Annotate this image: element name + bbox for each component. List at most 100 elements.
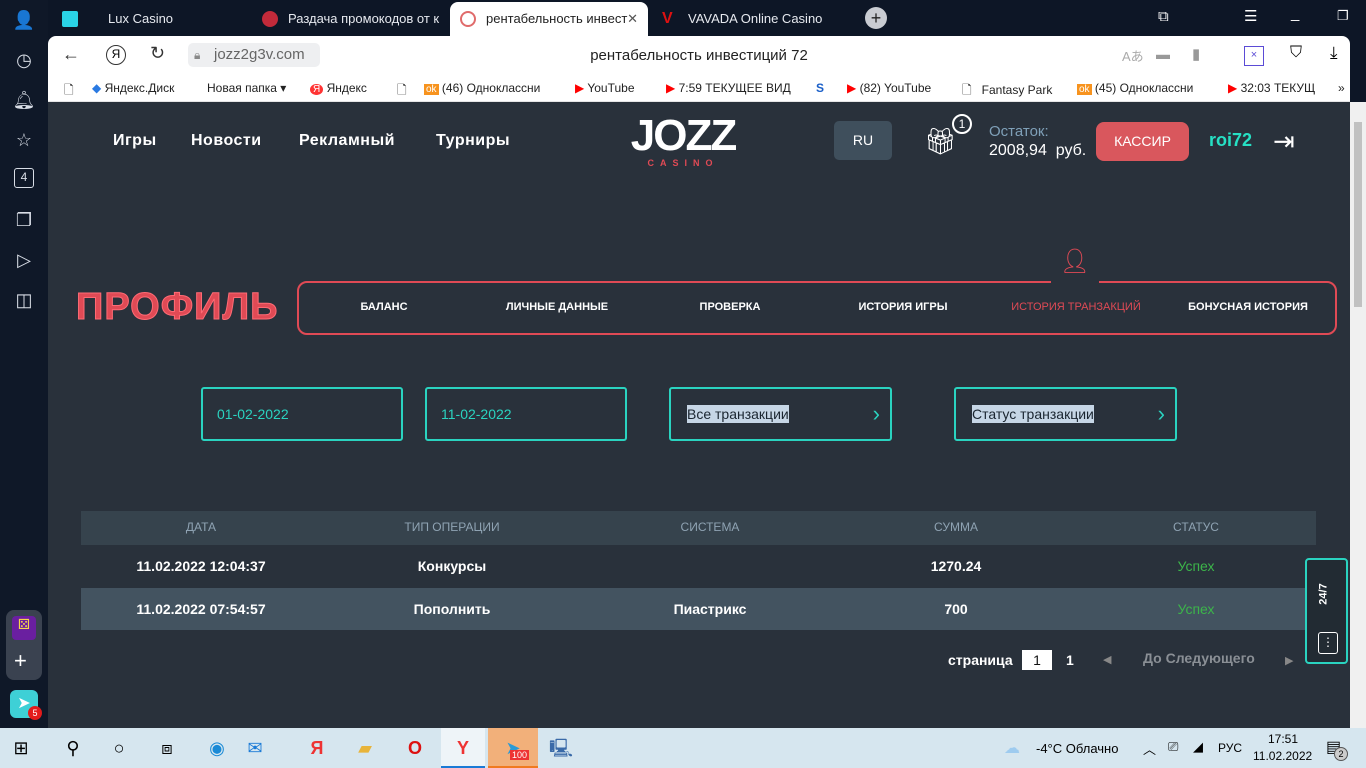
comment-icon[interactable]: ▬	[1156, 46, 1170, 62]
bookmark-video-2[interactable]: ▶ 32:03 ТЕКУЩ	[1228, 81, 1328, 95]
scrollbar-thumb[interactable]	[1354, 122, 1362, 307]
minimize-button[interactable]: _	[1291, 5, 1299, 22]
page-scrollbar[interactable]	[1350, 102, 1366, 728]
play-icon[interactable]: ▷	[12, 248, 36, 272]
app-badge: 5	[28, 706, 42, 720]
gift-icon[interactable]: 🎁︎	[924, 126, 957, 157]
type-select[interactable]: Все транзакции ›	[669, 387, 892, 441]
clock-time[interactable]: 17:51	[1266, 732, 1300, 746]
opera-icon[interactable]: O	[402, 736, 428, 760]
language-indicator[interactable]: РУС	[1218, 741, 1242, 755]
wifi-icon[interactable]: ◢	[1193, 739, 1203, 755]
bookmark-icon[interactable]: ▮	[1192, 45, 1200, 63]
network-app-icon[interactable]: 🖳	[548, 736, 574, 760]
user-agent-icon: 👤︎	[1051, 242, 1099, 284]
next-page-icon[interactable]: ▶	[1285, 654, 1293, 667]
profile-title: ПРОФИЛЬ	[75, 286, 279, 329]
clock-date[interactable]: 11.02.2022	[1253, 749, 1312, 763]
bookmark-fantasy-park[interactable]: 🗋 Fantasy Park	[962, 81, 1052, 102]
weather-text[interactable]: -4°C Облачно	[1036, 741, 1118, 756]
row2-date: 11.02.2022 07:54:57	[136, 601, 266, 617]
bookmark-video[interactable]: ▶ 7:59 ТЕКУЩЕЕ ВИД	[666, 81, 802, 95]
cashier-button[interactable]: КАССИР	[1096, 122, 1189, 161]
s-icon[interactable]: S	[816, 81, 824, 95]
profile-icon[interactable]: 👤	[12, 8, 36, 32]
meet-icon[interactable]: ⎚	[1168, 739, 1178, 755]
new-tab-button[interactable]: +	[865, 7, 887, 29]
casino-page: Игры Новости Рекламный Турниры JOZZ CASI…	[48, 102, 1350, 728]
tab-transaction-history[interactable]: ИСТОРИЯ ТРАНЗАКЦИЙ	[1011, 301, 1140, 313]
game-app-icon[interactable]: ⚄	[12, 616, 36, 640]
col-amount: СУММА	[934, 520, 978, 534]
tab-vavada[interactable]: V VAVADA Online Casino	[652, 2, 848, 36]
tab-balance[interactable]: БАЛАНС	[360, 301, 407, 313]
search-icon[interactable]: ⚲	[60, 736, 86, 760]
screenshot-icon[interactable]: ◫	[12, 288, 36, 312]
menu-icon[interactable]: ☰	[1244, 7, 1257, 25]
bookmark-youtube[interactable]: ▶ YouTube	[575, 81, 635, 95]
tray-chevron-icon[interactable]: ︿	[1143, 739, 1156, 758]
nav-promo[interactable]: Рекламный	[299, 132, 395, 150]
bookmark-ok-45[interactable]: ok (45) Одноклассни	[1077, 81, 1213, 95]
balance-label: Остаток:	[989, 123, 1049, 140]
username-link[interactable]: roi72	[1209, 130, 1252, 151]
page-icon: 🗋	[64, 83, 74, 97]
tabs-count-icon[interactable]: 4	[14, 168, 34, 188]
date-to-input[interactable]: 11-02-2022	[425, 387, 627, 441]
task-view-icon[interactable]: ⧈	[154, 736, 180, 760]
bookmark-yandex-disk[interactable]: ◆ Яндекс.Диск	[92, 81, 174, 95]
logout-icon[interactable]: ⇥	[1273, 126, 1295, 157]
tab-game-history[interactable]: ИСТОРИЯ ИГРЫ	[858, 301, 947, 313]
add-icon[interactable]: +	[14, 648, 27, 674]
language-button[interactable]: RU	[834, 121, 892, 160]
support-widget[interactable]: 24/7 ⋮	[1305, 558, 1348, 664]
nav-tournaments[interactable]: Турниры	[436, 132, 510, 150]
tab-active[interactable]: рентабельность инвест ✕	[450, 2, 648, 36]
close-tab-icon[interactable]: ✕	[627, 2, 638, 36]
prev-page-icon[interactable]: ◀	[1103, 653, 1111, 666]
star-icon[interactable]: ☆	[12, 128, 36, 152]
col-system: СИСТЕМА	[680, 520, 740, 534]
bookmarks-panel-icon[interactable]: ⧉	[1158, 8, 1169, 25]
tab-label: VAVADA Online Casino	[688, 11, 823, 26]
send-app-icon[interactable]: ➤ 5	[10, 690, 42, 720]
start-icon[interactable]: ⊞	[8, 736, 34, 760]
protect-icon[interactable]: ⛉	[1290, 44, 1302, 62]
logo[interactable]: JOZZ CASINO	[624, 114, 742, 169]
bookmark-folder[interactable]: Новая папка ▾	[207, 81, 286, 95]
row2-status: Успех	[1177, 601, 1215, 617]
date-from-input[interactable]: 01-02-2022	[201, 387, 403, 441]
nav-news[interactable]: Новости	[191, 132, 262, 150]
cortana-icon[interactable]: ○	[106, 736, 132, 760]
yandex-app-icon[interactable]: Я	[304, 736, 330, 760]
tab-promocodes[interactable]: Раздача промокодов от к	[252, 2, 446, 36]
bookmark-ok-46[interactable]: ok (46) Одноклассни	[424, 81, 560, 95]
diamond-icon	[62, 11, 78, 27]
restore-icon[interactable]: ❐	[1337, 8, 1349, 24]
nav-games[interactable]: Игры	[113, 132, 157, 150]
extension-icon[interactable]: ×	[1244, 46, 1264, 66]
translate-icon[interactable]: Aあ	[1122, 46, 1144, 65]
bell-icon[interactable]: 🔔︎	[12, 88, 36, 112]
download-icon[interactable]: ⤓	[1330, 43, 1338, 63]
history-icon[interactable]: ◷	[12, 48, 36, 72]
collections-icon[interactable]: ❐	[12, 208, 36, 232]
bookmark-yandex[interactable]: Я Яндекс	[310, 81, 367, 95]
tab-bonus-history[interactable]: БОНУСНАЯ ИСТОРИЯ	[1188, 301, 1308, 313]
next-page-link[interactable]: До Следующего	[1143, 650, 1255, 666]
gift-badge: 1	[952, 114, 972, 134]
row1-date: 11.02.2022 12:04:37	[136, 558, 266, 574]
bookmark-youtube-82[interactable]: ▶ (82) YouTube	[847, 81, 931, 95]
telegram-taskbar[interactable]: ➤ 100	[488, 728, 538, 768]
tab-personal-data[interactable]: ЛИЧНЫЕ ДАННЫЕ	[506, 301, 608, 313]
mail-icon[interactable]: ✉	[242, 736, 268, 760]
support-label: 24/7	[1317, 583, 1330, 605]
edge-icon[interactable]: ◉	[204, 736, 230, 760]
tab-verification[interactable]: ПРОВЕРКА	[700, 301, 761, 313]
explorer-icon[interactable]: ▰	[352, 736, 378, 760]
more-bookmarks-icon[interactable]: »	[1338, 81, 1345, 95]
tab-lux-casino[interactable]: Lux Casino	[52, 2, 248, 36]
yandex-browser-taskbar[interactable]: Y	[441, 728, 485, 768]
status-select[interactable]: Статус транзакции ›	[954, 387, 1177, 441]
page-input[interactable]: 1	[1022, 650, 1052, 670]
